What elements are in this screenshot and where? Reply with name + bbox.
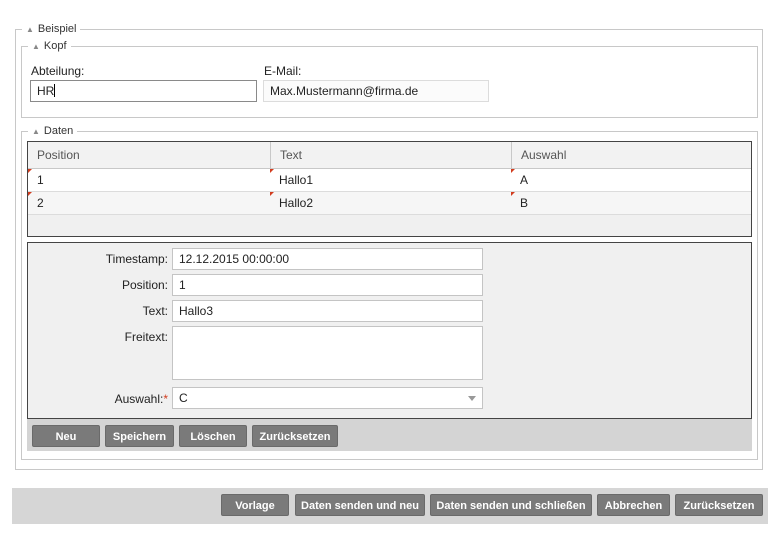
column-header-text[interactable]: Text — [270, 142, 511, 168]
email-input[interactable]: Max.Mustermann@firma.de — [263, 80, 489, 102]
column-header-auswahl[interactable]: Auswahl — [511, 142, 751, 168]
fieldset-beispiel-legend[interactable]: ▲ Beispiel — [22, 22, 81, 37]
zuruecksetzen-grid-button[interactable]: Zurücksetzen — [252, 425, 338, 447]
cell-position[interactable]: 2 — [28, 192, 270, 214]
abteilung-value: HR — [37, 84, 55, 98]
abteilung-input[interactable]: HR — [30, 80, 257, 102]
auswahl-selected-value: C — [179, 391, 188, 405]
cell-text[interactable]: Hallo2 — [270, 192, 511, 214]
fieldset-kopf-title: Kopf — [43, 40, 67, 52]
zuruecksetzen-footer-button[interactable]: Zurücksetzen — [675, 494, 763, 516]
text-caret — [54, 84, 56, 97]
fieldset-beispiel-title: Beispiel — [37, 23, 77, 35]
chevron-down-icon[interactable] — [468, 396, 476, 401]
data-grid: Position Text Auswahl 1 Hallo1 A 2 Hallo… — [27, 141, 752, 237]
collapse-icon[interactable]: ▲ — [26, 25, 34, 34]
abteilung-label: Abteilung: — [31, 64, 85, 78]
auswahl-select[interactable]: C — [172, 387, 483, 409]
table-row[interactable]: 1 Hallo1 A — [28, 169, 751, 192]
required-marker: * — [163, 392, 168, 406]
position-input[interactable]: 1 — [172, 274, 483, 296]
cell-auswahl[interactable]: B — [511, 192, 751, 214]
collapse-icon[interactable]: ▲ — [32, 42, 40, 51]
freitext-textarea[interactable] — [172, 326, 483, 380]
loeschen-button[interactable]: Löschen — [179, 425, 247, 447]
table-row[interactable]: 2 Hallo2 B — [28, 192, 751, 215]
grid-header: Position Text Auswahl — [28, 142, 751, 169]
neu-button[interactable]: Neu — [32, 425, 100, 447]
timestamp-label: Timestamp: — [105, 252, 168, 266]
cell-position[interactable]: 1 — [28, 169, 270, 191]
fieldset-daten-legend[interactable]: ▲ Daten — [28, 124, 78, 139]
speichern-button[interactable]: Speichern — [105, 425, 174, 447]
daten-senden-schliessen-button[interactable]: Daten senden und schließen — [430, 494, 592, 516]
collapse-icon[interactable]: ▲ — [32, 127, 40, 136]
daten-senden-neu-button[interactable]: Daten senden und neu — [295, 494, 425, 516]
text-label: Text: — [142, 304, 168, 318]
auswahl-label: Auswahl:* — [40, 392, 168, 406]
vorlage-button[interactable]: Vorlage — [221, 494, 289, 516]
cell-text[interactable]: Hallo1 — [270, 169, 511, 191]
abbrechen-button[interactable]: Abbrechen — [597, 494, 670, 516]
auswahl-label-text: Auswahl: — [114, 392, 164, 406]
cell-auswahl[interactable]: A — [511, 169, 751, 191]
fieldset-kopf-legend[interactable]: ▲ Kopf — [28, 39, 71, 54]
freitext-label: Freitext: — [124, 330, 168, 344]
timestamp-input[interactable]: 12.12.2015 00:00:00 — [172, 248, 483, 270]
position-label: Position: — [121, 278, 168, 292]
email-label: E-Mail: — [264, 64, 302, 78]
column-header-position[interactable]: Position — [28, 142, 270, 168]
text-input[interactable]: Hallo3 — [172, 300, 483, 322]
fieldset-daten-title: Daten — [43, 125, 74, 137]
